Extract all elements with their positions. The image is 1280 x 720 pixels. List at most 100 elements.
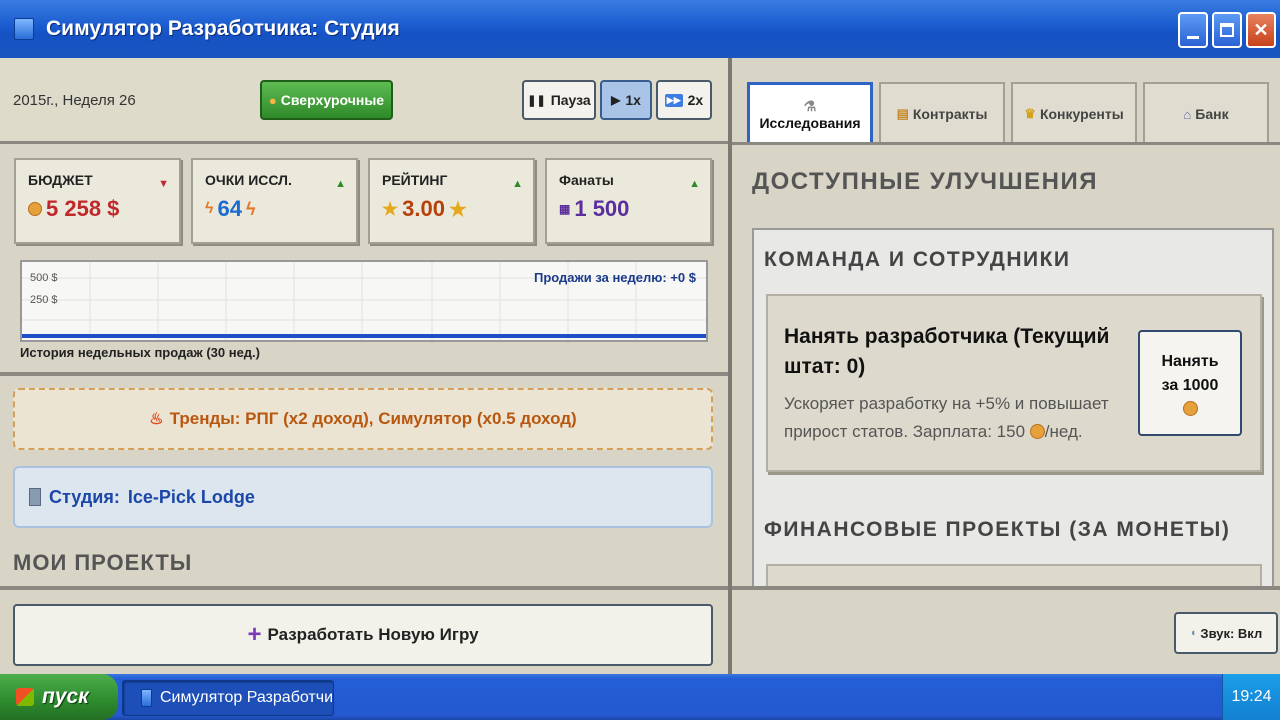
finance-heading: ФИНАНСОВЫЕ ПРОЕКТЫ (ЗА МОНЕТЫ) [764,518,1231,541]
trend-up-icon: ▲ [335,178,346,190]
hire-card: Нанять разработчика (Текущий штат: 0) Ус… [766,294,1262,472]
people-icon: ▦ [559,202,571,216]
upgrades-heading: ДОСТУПНЫЕ УЛУЧШЕНИЯ [752,168,1098,195]
hire-title: Нанять разработчика (Текущий штат: 0) [784,325,1110,378]
hire-button-line1: Нанять [1161,353,1219,370]
taskbar-app-item[interactable]: Симулятор Разработчи [122,680,334,716]
tab-competitors[interactable]: ♛ Конкуренты [1011,82,1137,144]
stats-row: БЮДЖЕТ ▼ 5 258 $ ОЧКИ ИССЛ. ▲ ϟ 64 ϟ РЕЙ… [14,158,712,244]
stat-card-budget: БЮДЖЕТ ▼ 5 258 $ [14,158,181,244]
tab-label: Банк [1195,106,1229,122]
overtime-label: Сверхурочные [280,92,385,108]
trend-up-icon: ▲ [512,178,523,190]
projects-heading: МОИ ПРОЕКТЫ [13,550,193,575]
flask-icon: ⚗ [803,98,817,114]
upgrades-section[interactable]: КОМАНДА И СОТРУДНИКИ Нанять разработчика… [752,228,1274,588]
hire-button[interactable]: Нанять за 1000 [1138,330,1242,436]
research-value: 64 [217,196,242,221]
window-title: Симулятор Разработчика: Студия [46,17,400,40]
scroll-icon: ▤ [896,106,909,121]
trends-banner: ♨ Тренды: РПГ (x2 доход), Симулятор (x0.… [13,388,713,450]
trends-text: Тренды: РПГ (x2 доход), Симулятор (x0.5 … [169,409,577,428]
hire-description: Ускоряет разработку на +5% и повышает пр… [784,390,1134,446]
hire-button-line2: за 1000 [1161,377,1219,394]
maximize-icon [1220,23,1234,37]
taskbar: пуск Симулятор Разработчи 19:24 [0,674,1280,720]
new-game-area: + Разработать Новую Игру [0,586,728,674]
coin-icon [1029,424,1045,439]
pause-label: Пауза [550,92,591,108]
trend-down-icon: ▼ [158,178,169,190]
star-icon: ★ [448,198,467,221]
trend-up-icon: ▲ [689,178,700,190]
tab-research[interactable]: ⚗ Исследования [747,82,873,144]
stat-value-budget: 5 258 $ [28,196,167,222]
studio-name: Ice-Pick Lodge [127,486,255,507]
close-button[interactable]: ✕ [1246,12,1276,48]
bank-icon: ⌂ [1183,106,1192,122]
budget-value: 5 258 $ [46,196,120,221]
new-game-label: Разработать Новую Игру [267,625,479,644]
plus-icon: + [247,621,262,648]
star-icon: ★ [382,198,399,219]
studio-label: Студия: [49,486,120,507]
stat-value-research: ϟ 64 ϟ [205,196,344,222]
fire-icon: ♨ [149,411,164,428]
start-button[interactable]: пуск [0,674,118,720]
stat-label: РЕЙТИНГ [382,172,448,188]
panel-divider [728,58,732,674]
coin-icon [28,202,42,216]
stat-label: БЮДЖЕТ [28,172,93,188]
system-tray: 19:24 [1222,674,1280,720]
stat-card-research: ОЧКИ ИССЛ. ▲ ϟ 64 ϟ [191,158,358,244]
rating-value: 3.00 [402,196,445,221]
fast-forward-icon: ▶▶ [664,93,683,107]
chart-caption: Продажи за неделю: +0 $ [533,270,696,285]
maximize-button[interactable] [1212,12,1242,48]
fans-value: 1 500 [574,196,630,221]
right-tabs: ⚗ Исследования ▤ Контракты ♛ Конкуренты … [747,82,1269,144]
stat-label: ОЧКИ ИССЛ. [205,172,292,188]
divider [732,586,1280,590]
building-icon [29,488,41,506]
app-icon [14,18,34,40]
speed-1x-button[interactable]: ▶ 1x [600,80,652,120]
window-controls: ✕ [1178,12,1276,48]
fire-icon: ● [268,92,277,108]
stat-value-fans: ▦ 1 500 [559,196,698,222]
window-titlebar[interactable]: Симулятор Разработчика: Студия ✕ [0,0,1280,58]
y-tick-label: 250 $ [30,294,58,306]
lightning-icon: ϟ [205,200,214,217]
tab-label: Исследования [759,115,861,131]
finance-card [766,564,1262,586]
tab-bank[interactable]: ⌂ Банк [1143,82,1269,144]
close-icon: ✕ [1253,19,1269,40]
y-tick-label: 500 $ [30,272,58,284]
lightning-icon: ϟ [245,198,256,219]
stat-label: Фанаты [559,172,614,188]
stat-value-rating: ★ 3.00 ★ [382,196,521,222]
minimize-button[interactable] [1178,12,1208,48]
studio-banner: Студия: Ice-Pick Lodge [13,466,713,528]
app-main: 2015г., Неделя 26 ● Сверхурочные ❚❚ Пауз… [0,58,1280,674]
speed-2x-button[interactable]: ▶▶ 2x [656,80,712,120]
stat-card-fans: Фанаты ▲ ▦ 1 500 [545,158,712,244]
minimize-icon [1187,35,1199,39]
team-heading: КОМАНДА И СОТРУДНИКИ [764,248,1071,271]
tab-contracts[interactable]: ▤ Контракты [879,82,1005,144]
divider [732,142,1280,145]
start-label: пуск [42,685,89,708]
sound-toggle-button[interactable]: ◖ Звук: Вкл [1174,612,1278,654]
overtime-button[interactable]: ● Сверхурочные [260,80,393,120]
pause-button[interactable]: ❚❚ Пауза [522,80,596,120]
sound-label: Звук: Вкл [1200,625,1263,641]
speed-controls: ❚❚ Пауза ▶ 1x ▶▶ 2x [522,80,712,120]
windows-logo-icon [16,688,34,706]
trophy-icon: ♛ [1024,106,1036,121]
divider [0,372,728,376]
tab-label: Контракты [912,106,988,122]
speed-2x-label: 2x [687,92,704,108]
new-game-button[interactable]: + Разработать Новую Игру [13,604,713,666]
speed-1x-label: 1x [625,92,641,108]
pause-icon: ❚❚ [527,94,546,107]
